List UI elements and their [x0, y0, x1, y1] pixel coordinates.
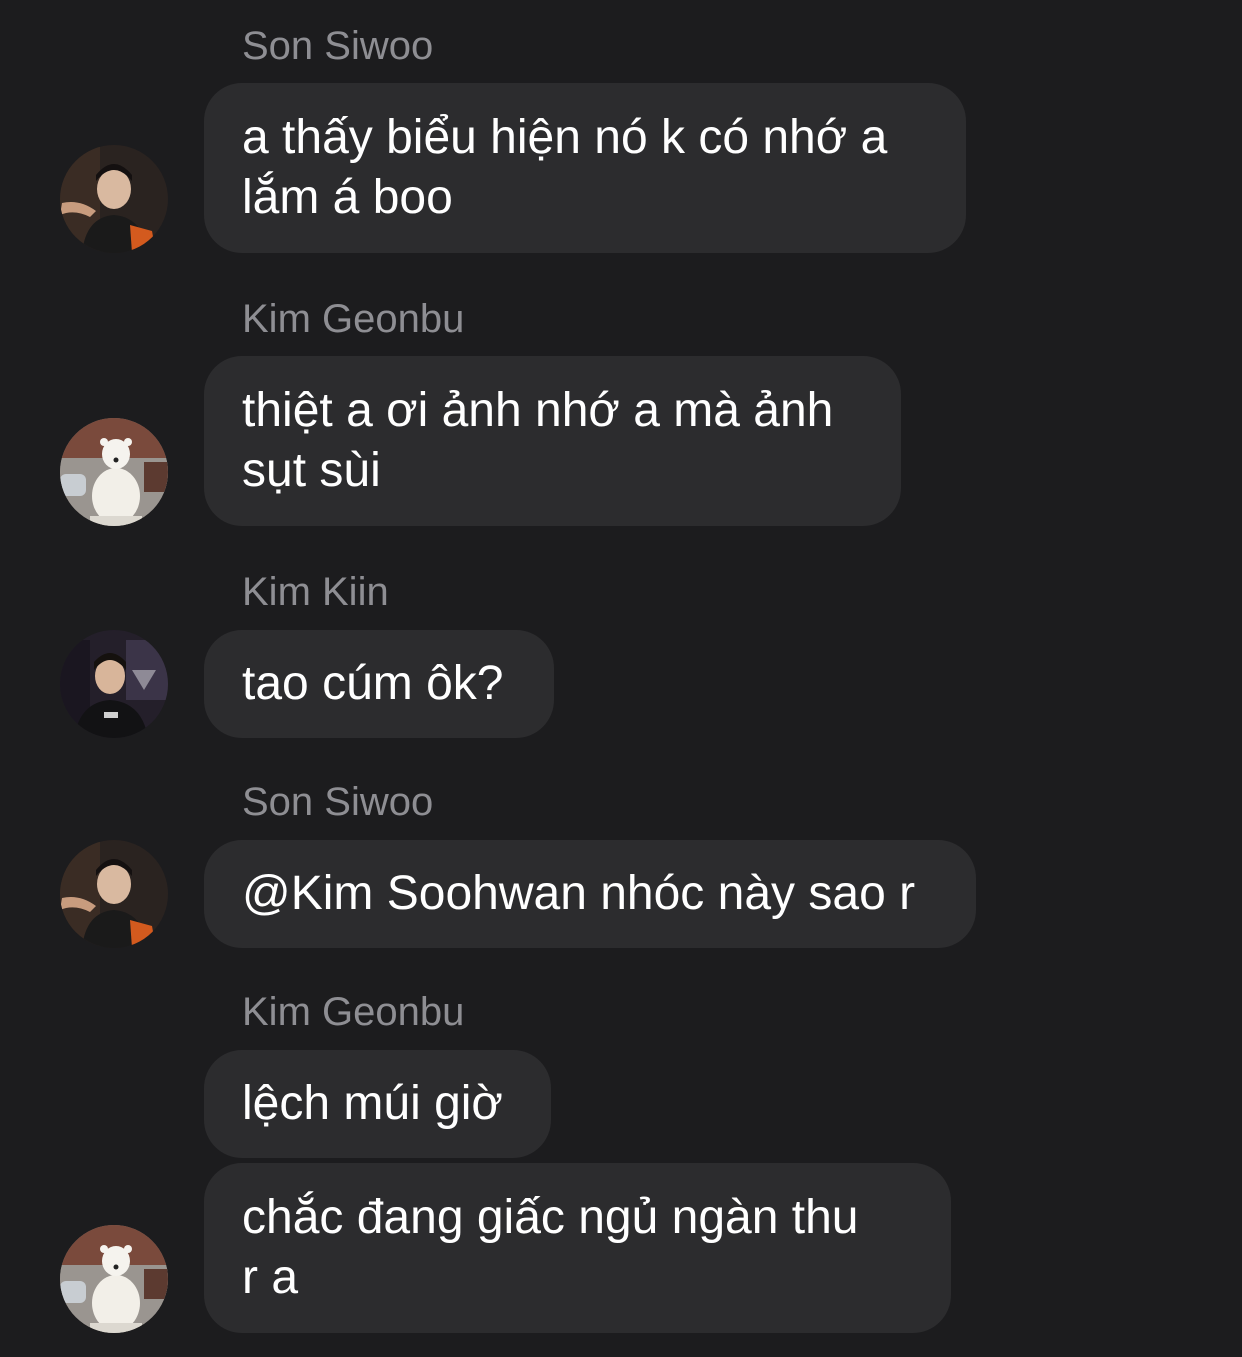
message-bubble[interactable]: tao cúm ôk? [204, 630, 554, 738]
message-bubble[interactable]: @Kim Soohwan nhóc này sao r [204, 840, 976, 948]
person-photo-avatar[interactable] [60, 630, 168, 738]
sender-name: Son Siwoo [242, 780, 434, 824]
message-bubble[interactable]: thiệt a ơi ảnh nhớ a mà ảnh sụt sùi [204, 356, 901, 526]
message-text: @Kim Soohwan nhóc này sao r [242, 867, 916, 920]
message-text: chắc đang giấc ngủ ngàn thu r a [242, 1191, 859, 1304]
message-bubble[interactable]: lệch múi giờ [204, 1050, 551, 1158]
message-text: tao cúm ôk? [242, 657, 504, 710]
message-bubble[interactable]: chắc đang giấc ngủ ngàn thu r a [204, 1163, 951, 1333]
sender-name: Kim Kiin [242, 570, 389, 614]
message-bubble[interactable]: a thấy biểu hiện nó k có nhớ a lắm á boo [204, 83, 966, 253]
sender-name: Son Siwoo [242, 24, 434, 68]
polar-bear-avatar[interactable] [60, 1225, 168, 1333]
person-photo-avatar[interactable] [60, 145, 168, 253]
polar-bear-avatar[interactable] [60, 418, 168, 526]
sender-name: Kim Geonbu [242, 990, 465, 1034]
message-text: lệch múi giờ [242, 1077, 503, 1130]
person-photo-avatar[interactable] [60, 840, 168, 948]
message-text: a thấy biểu hiện nó k có nhớ a lắm á boo [242, 111, 888, 224]
sender-name: Kim Geonbu [242, 297, 465, 341]
message-text: thiệt a ơi ảnh nhớ a mà ảnh sụt sùi [242, 384, 834, 497]
